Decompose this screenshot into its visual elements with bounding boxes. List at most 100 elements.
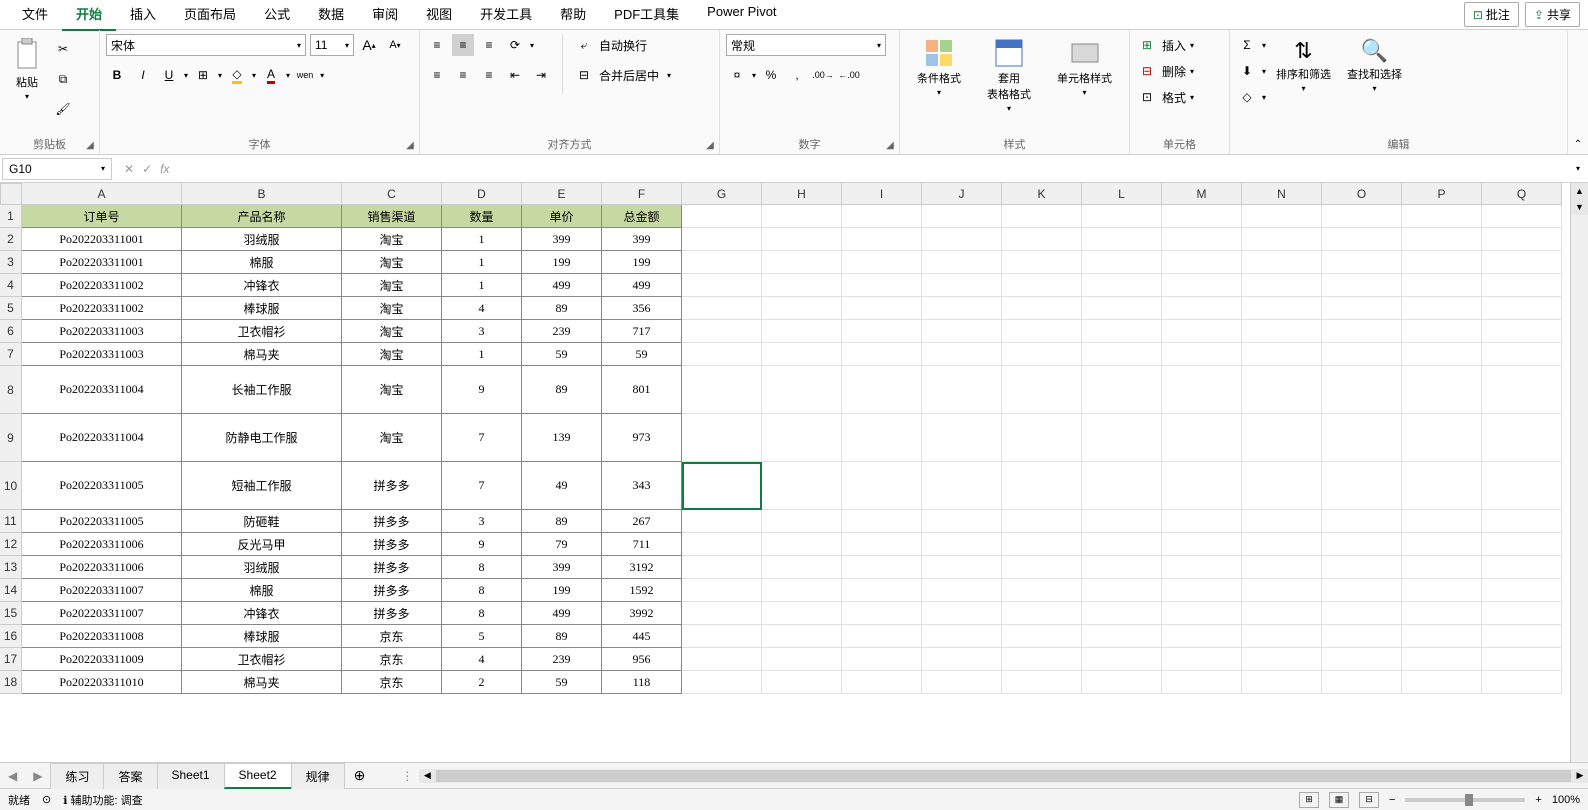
data-cell[interactable]: 199 bbox=[602, 251, 682, 274]
data-cell[interactable]: 343 bbox=[602, 462, 682, 510]
selected-cell[interactable] bbox=[682, 462, 762, 510]
data-cell[interactable]: 拼多多 bbox=[342, 579, 442, 602]
data-cell[interactable]: 拼多多 bbox=[342, 602, 442, 625]
page-break-view-icon[interactable]: ⊟ bbox=[1359, 792, 1379, 808]
data-cell[interactable]: 淘宝 bbox=[342, 274, 442, 297]
cell[interactable] bbox=[1242, 366, 1322, 414]
row-header-3[interactable]: 3 bbox=[0, 251, 22, 274]
normal-view-icon[interactable]: ⊞ bbox=[1299, 792, 1319, 808]
select-all-corner[interactable] bbox=[0, 183, 22, 205]
cell[interactable] bbox=[1002, 414, 1082, 462]
cell[interactable] bbox=[1402, 320, 1482, 343]
align-launcher[interactable]: ◢ bbox=[703, 138, 717, 152]
cell[interactable] bbox=[682, 625, 762, 648]
menu-tab-4[interactable]: 公式 bbox=[250, 0, 304, 31]
cell[interactable] bbox=[682, 414, 762, 462]
zoom-level[interactable]: 100% bbox=[1552, 794, 1580, 806]
cell[interactable] bbox=[762, 556, 842, 579]
cell[interactable] bbox=[1002, 343, 1082, 366]
cell[interactable] bbox=[1002, 625, 1082, 648]
data-cell[interactable]: Po202203311003 bbox=[22, 343, 182, 366]
cell[interactable] bbox=[1162, 579, 1242, 602]
cell[interactable] bbox=[1402, 602, 1482, 625]
cell[interactable] bbox=[1242, 297, 1322, 320]
cell[interactable] bbox=[1482, 648, 1562, 671]
data-cell[interactable]: 499 bbox=[522, 602, 602, 625]
data-cell[interactable]: Po202203311001 bbox=[22, 228, 182, 251]
data-cell[interactable]: 1592 bbox=[602, 579, 682, 602]
row-header-15[interactable]: 15 bbox=[0, 602, 22, 625]
cell[interactable] bbox=[1402, 414, 1482, 462]
horizontal-scrollbar[interactable]: ◀ ▶ bbox=[419, 769, 1588, 783]
cell[interactable] bbox=[842, 625, 922, 648]
cell[interactable] bbox=[1482, 414, 1562, 462]
cell[interactable] bbox=[1482, 510, 1562, 533]
cell[interactable] bbox=[842, 556, 922, 579]
cell[interactable] bbox=[1162, 366, 1242, 414]
cell[interactable] bbox=[1402, 251, 1482, 274]
cell[interactable] bbox=[1002, 366, 1082, 414]
cell[interactable] bbox=[1242, 462, 1322, 510]
header-cell[interactable]: 销售渠道 bbox=[342, 205, 442, 228]
data-cell[interactable]: 棉马夹 bbox=[182, 671, 342, 694]
menu-tab-10[interactable]: PDF工具集 bbox=[600, 0, 693, 31]
data-cell[interactable]: 淘宝 bbox=[342, 297, 442, 320]
table-format-button[interactable]: 套用 表格格式▾ bbox=[981, 34, 1037, 117]
cut-icon[interactable]: ✂ bbox=[52, 38, 74, 60]
cell[interactable] bbox=[762, 274, 842, 297]
cell[interactable] bbox=[842, 533, 922, 556]
expand-formula-icon[interactable]: ▾ bbox=[1568, 164, 1588, 173]
cell[interactable] bbox=[1322, 251, 1402, 274]
cell[interactable] bbox=[1242, 274, 1322, 297]
cell[interactable] bbox=[842, 462, 922, 510]
cell[interactable] bbox=[1242, 205, 1322, 228]
increase-decimal-icon[interactable]: .00→ bbox=[812, 64, 834, 86]
row-header-17[interactable]: 17 bbox=[0, 648, 22, 671]
data-cell[interactable]: Po202203311005 bbox=[22, 510, 182, 533]
data-cell[interactable]: 3192 bbox=[602, 556, 682, 579]
cell[interactable] bbox=[682, 205, 762, 228]
col-header-Q[interactable]: Q bbox=[1482, 183, 1562, 205]
data-cell[interactable]: 79 bbox=[522, 533, 602, 556]
cell[interactable] bbox=[1482, 297, 1562, 320]
align-top-icon[interactable]: ≡ bbox=[426, 34, 448, 56]
fx-icon[interactable]: fx bbox=[160, 162, 169, 176]
cell[interactable] bbox=[1162, 274, 1242, 297]
enter-formula-icon[interactable]: ✓ bbox=[142, 162, 152, 176]
data-cell[interactable]: 长袖工作服 bbox=[182, 366, 342, 414]
data-cell[interactable]: 89 bbox=[522, 366, 602, 414]
cell[interactable] bbox=[922, 579, 1002, 602]
orientation-icon[interactable]: ⟳ bbox=[504, 34, 526, 56]
find-select-button[interactable]: 🔍 查找和选择▾ bbox=[1341, 34, 1408, 97]
cell[interactable] bbox=[682, 533, 762, 556]
increase-font-icon[interactable]: A▴ bbox=[358, 34, 380, 56]
zoom-out-icon[interactable]: − bbox=[1389, 794, 1395, 806]
sort-filter-button[interactable]: ⇅ 排序和筛选▾ bbox=[1270, 34, 1337, 97]
cell[interactable] bbox=[842, 671, 922, 694]
cell[interactable] bbox=[762, 414, 842, 462]
cell[interactable] bbox=[922, 297, 1002, 320]
data-cell[interactable]: 356 bbox=[602, 297, 682, 320]
cell[interactable] bbox=[1082, 251, 1162, 274]
data-cell[interactable]: 7 bbox=[442, 462, 522, 510]
col-header-F[interactable]: F bbox=[602, 183, 682, 205]
cell[interactable] bbox=[1082, 366, 1162, 414]
row-header-2[interactable]: 2 bbox=[0, 228, 22, 251]
cell[interactable] bbox=[762, 533, 842, 556]
cell[interactable] bbox=[762, 251, 842, 274]
data-cell[interactable]: 7 bbox=[442, 414, 522, 462]
cell[interactable] bbox=[1402, 510, 1482, 533]
cell[interactable] bbox=[1162, 462, 1242, 510]
cell[interactable] bbox=[1002, 228, 1082, 251]
cell[interactable] bbox=[922, 602, 1002, 625]
data-cell[interactable]: 棉服 bbox=[182, 251, 342, 274]
cell[interactable] bbox=[1002, 510, 1082, 533]
align-center-icon[interactable]: ≡ bbox=[452, 64, 474, 86]
cell[interactable] bbox=[1322, 579, 1402, 602]
cell[interactable] bbox=[1402, 205, 1482, 228]
cell[interactable] bbox=[1402, 648, 1482, 671]
cell[interactable] bbox=[1162, 205, 1242, 228]
menu-tab-6[interactable]: 审阅 bbox=[358, 0, 412, 31]
cell[interactable] bbox=[1322, 274, 1402, 297]
cell[interactable] bbox=[1082, 579, 1162, 602]
